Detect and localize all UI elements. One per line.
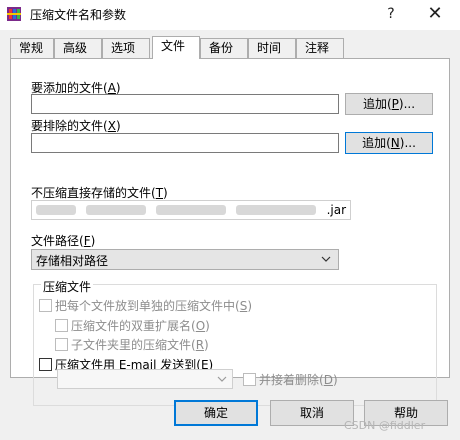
separate-archives-label: 把每个文件放到单独的压缩文件中(S) xyxy=(55,299,253,313)
subfolder-archives-label: 子文件夹里的压缩文件(R) xyxy=(71,338,209,352)
ok-button[interactable]: 确定 xyxy=(174,400,258,426)
email-target-select[interactable] xyxy=(57,369,233,389)
redacted-text xyxy=(236,205,316,215)
double-extension-label: 压缩文件的双重扩展名(O) xyxy=(71,319,210,333)
files-to-exclude-label: 要排除的文件(X) xyxy=(31,119,121,133)
add-excluded-files-button[interactable]: 追加(N)... xyxy=(345,132,433,154)
tab-backup[interactable]: 备份 xyxy=(200,38,248,58)
files-tab-page: 要添加的文件(A) 追加(P)... 要排除的文件(X) 追加(N)... 不压… xyxy=(10,58,450,406)
chevron-down-icon xyxy=(321,256,331,262)
tab-comment[interactable]: 注释 xyxy=(296,38,344,58)
store-uncompressed-label: 不压缩直接存储的文件(T) xyxy=(31,186,168,200)
tab-options[interactable]: 选项 xyxy=(102,38,150,58)
double-extension-checkbox[interactable] xyxy=(55,319,68,332)
tab-time[interactable]: 时间 xyxy=(248,38,296,58)
file-path-selected: 存储相对路径 xyxy=(36,254,109,268)
tab-general[interactable]: 常规 xyxy=(10,38,54,58)
window-title: 压缩文件名和参数 xyxy=(30,8,127,22)
file-path-label: 文件路径(F) xyxy=(31,234,96,248)
store-uncompressed-value: .jar xyxy=(326,203,346,217)
close-icon[interactable]: ✕ xyxy=(420,3,450,25)
subfolder-archives-checkbox[interactable] xyxy=(55,338,68,351)
watermark: CSDN @fiddler xyxy=(344,419,426,432)
redacted-text xyxy=(156,205,226,215)
compress-group-title: 压缩文件 xyxy=(41,278,94,295)
delete-after-checkbox[interactable] xyxy=(243,373,256,386)
redacted-text xyxy=(36,205,76,215)
help-title-button[interactable]: ? xyxy=(376,3,406,25)
store-uncompressed-input[interactable]: .jar xyxy=(31,200,351,220)
dialog-body: 常规 高级 选项 文件 备份 时间 注释 要添加的文件(A) 追加(P)... … xyxy=(0,30,460,440)
tab-advanced[interactable]: 高级 xyxy=(54,38,102,58)
file-path-select[interactable]: 存储相对路径 xyxy=(31,249,339,270)
email-checkbox[interactable] xyxy=(39,358,52,371)
files-to-exclude-input[interactable] xyxy=(31,133,339,153)
tab-bar: 常规 高级 选项 文件 备份 时间 注释 xyxy=(10,36,450,59)
redacted-text xyxy=(86,205,146,215)
separate-archives-checkbox[interactable] xyxy=(39,299,52,312)
title-bar: 压缩文件名和参数 ? ✕ xyxy=(0,0,460,30)
cancel-button[interactable]: 取消 xyxy=(270,400,354,426)
add-files-button[interactable]: 追加(P)... xyxy=(345,93,433,115)
chevron-down-icon xyxy=(217,376,227,382)
tab-files[interactable]: 文件 xyxy=(152,36,200,59)
winrar-app-icon xyxy=(7,7,21,21)
delete-after-label: 并接着删除(D) xyxy=(259,373,338,387)
files-to-add-input[interactable] xyxy=(31,94,339,114)
